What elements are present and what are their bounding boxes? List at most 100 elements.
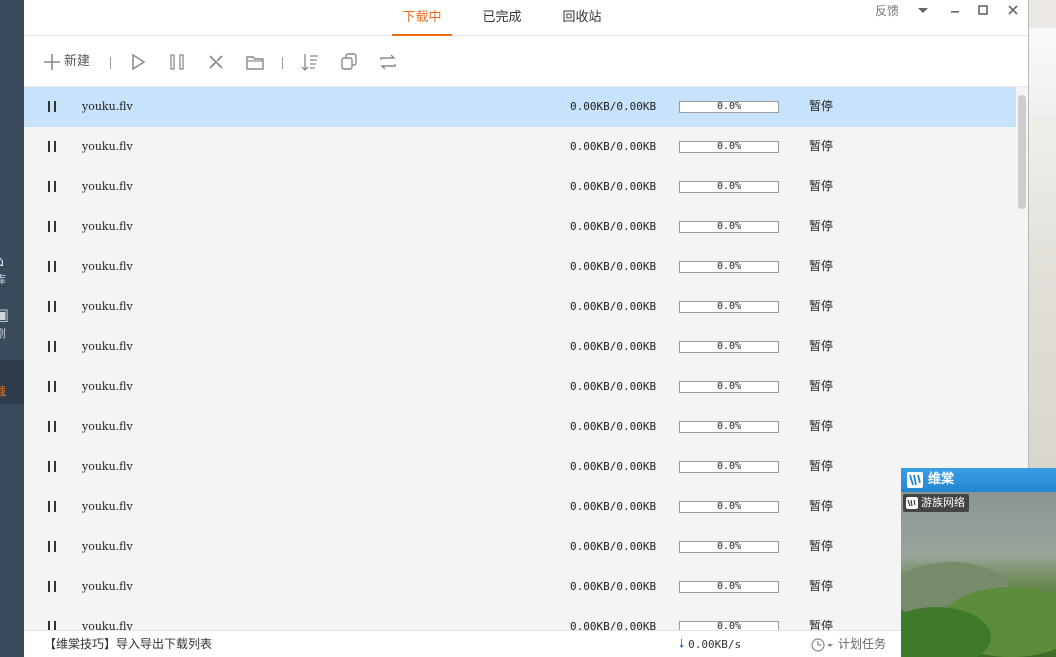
download-row[interactable]: youku.flv 0.00KB/0.00KB 0.0% 暂停 [24,447,1016,487]
task-status: 暂停 [809,179,834,193]
status-bar: 【维棠技巧】导入导出下载列表 🠗 0.00KB/s 计划任务 [24,630,1028,657]
popup-brand: 维棠 [928,472,955,487]
pause-toggle-icon[interactable] [46,341,58,353]
sort-button[interactable] [300,51,320,73]
pause-toggle-icon[interactable] [46,621,58,630]
file-name: youku.flv [82,180,133,193]
download-row[interactable]: youku.flv 0.00KB/0.00KB 0.0% 暂停 [24,287,1016,327]
file-name: youku.flv [82,420,133,433]
new-task-button[interactable]: 新建 [42,51,94,73]
file-name: youku.flv [82,580,133,593]
download-row[interactable]: youku.flv 0.00KB/0.00KB 0.0% 暂停 [24,607,1016,630]
minimize-icon [951,11,959,13]
popup-image[interactable]: 游族网络 [901,492,1056,657]
pause-toggle-icon[interactable] [46,101,58,113]
download-manager-window: 下载中 已完成 回收站 反馈 新建 youku.flv 0.00KB/0.00K… [24,0,1028,657]
progress-bar: 0.0% [679,621,779,630]
new-task-label: 新建 [64,54,91,69]
download-row[interactable]: youku.flv 0.00KB/0.00KB 0.0% 暂停 [24,407,1016,447]
schedule-task-button[interactable]: 计划任务 [810,631,886,657]
pause-toggle-icon[interactable] [46,461,58,473]
minimize-button[interactable] [946,0,964,22]
home-icon: ⌂ [0,252,10,270]
progress-label: 0.0% [716,261,742,272]
progress-bar: 0.0% [679,141,779,153]
tab-completed[interactable]: 已完成 [472,0,532,36]
task-status: 暂停 [809,499,834,513]
file-name: youku.flv [82,260,133,273]
pause-toggle-icon[interactable] [46,181,58,193]
toolbar-divider [110,57,111,69]
background-window [1028,0,1056,470]
plus-icon [44,54,60,70]
ad-popup[interactable]: 维棠 游族网络 [901,468,1056,657]
download-row[interactable]: youku.flv 0.00KB/0.00KB 0.0% 暂停 [24,567,1016,607]
pause-toggle-icon[interactable] [46,221,58,233]
task-status: 暂停 [809,219,834,233]
sidebar-item-drama[interactable]: ▣ 剧 [0,302,24,346]
progress-bar: 0.0% [679,541,779,553]
download-row[interactable]: youku.flv 0.00KB/0.00KB 0.0% 暂停 [24,207,1016,247]
refresh-icon [380,54,396,70]
close-button[interactable] [1004,0,1022,22]
pause-toggle-icon[interactable] [46,141,58,153]
download-row[interactable]: youku.flv 0.00KB/0.00KB 0.0% 暂停 [24,527,1016,567]
progress-label: 0.0% [716,581,742,592]
download-row[interactable]: youku.flv 0.00KB/0.00KB 0.0% 暂停 [24,167,1016,207]
file-name: youku.flv [82,380,133,393]
speed-value: 0.00KB/s [688,638,742,651]
copy-button[interactable] [339,51,359,73]
download-row[interactable]: youku.flv 0.00KB/0.00KB 0.0% 暂停 [24,487,1016,527]
pause-toggle-icon[interactable] [46,261,58,273]
tab-downloading[interactable]: 下载中 [392,0,452,36]
maximize-button[interactable] [974,0,992,22]
download-list: youku.flv 0.00KB/0.00KB 0.0% 暂停 youku.flv 0.0… [24,87,1016,630]
file-name: youku.flv [82,340,133,353]
task-status: 暂停 [809,459,834,473]
maximize-icon [978,5,988,15]
delete-button[interactable] [206,51,226,73]
file-size: 0.00KB/0.00KB [570,300,657,313]
progress-label: 0.0% [716,141,742,152]
tip-link[interactable]: 【维棠技巧】导入导出下载列表 [44,631,212,657]
close-icon [1008,5,1018,15]
start-button[interactable] [128,51,148,73]
download-row[interactable]: youku.flv 0.00KB/0.00KB 0.0% 暂停 [24,327,1016,367]
download-icon: ┘ [0,364,10,382]
download-row[interactable]: youku.flv 0.00KB/0.00KB 0.0% 暂停 [24,87,1016,127]
pause-toggle-icon[interactable] [46,501,58,513]
schedule-task-label: 计划任务 [838,637,887,651]
pause-toggle-icon[interactable] [46,421,58,433]
task-status: 暂停 [809,579,834,593]
file-size: 0.00KB/0.00KB [570,620,657,630]
pause-toggle-icon[interactable] [46,301,58,313]
pause-toggle-icon[interactable] [46,581,58,593]
retry-button[interactable] [378,51,398,73]
feedback-link[interactable]: 反馈 [874,0,900,22]
file-size: 0.00KB/0.00KB [570,420,657,433]
sidebar-item-download[interactable]: ┘ 载 [0,360,24,404]
pause-button[interactable] [168,51,188,73]
pause-toggle-icon[interactable] [46,541,58,553]
progress-bar: 0.0% [679,181,779,193]
download-row[interactable]: youku.flv 0.00KB/0.00KB 0.0% 暂停 [24,367,1016,407]
file-size: 0.00KB/0.00KB [570,140,657,153]
left-sidebar: ⌂ 库 ▣ 剧 ┘ 载 [0,0,24,657]
file-name: youku.flv [82,540,133,553]
progress-bar: 0.0% [679,101,779,113]
background-panel [1029,28,1056,118]
progress-bar: 0.0% [679,261,779,273]
file-name: youku.flv [82,620,133,630]
sidebar-item-library[interactable]: ⌂ 库 [0,248,24,292]
download-arrow-icon: 🠗 [679,637,685,651]
tab-recycle-bin[interactable]: 回收站 [552,0,612,36]
open-folder-button[interactable] [245,51,265,73]
task-status: 暂停 [809,259,834,273]
menu-dropdown-button[interactable] [914,0,932,22]
progress-label: 0.0% [716,541,742,552]
scrollbar-thumb[interactable] [1018,95,1026,209]
download-row[interactable]: youku.flv 0.00KB/0.00KB 0.0% 暂停 [24,127,1016,167]
pause-toggle-icon[interactable] [46,381,58,393]
task-status: 暂停 [809,619,834,630]
download-row[interactable]: youku.flv 0.00KB/0.00KB 0.0% 暂停 [24,247,1016,287]
